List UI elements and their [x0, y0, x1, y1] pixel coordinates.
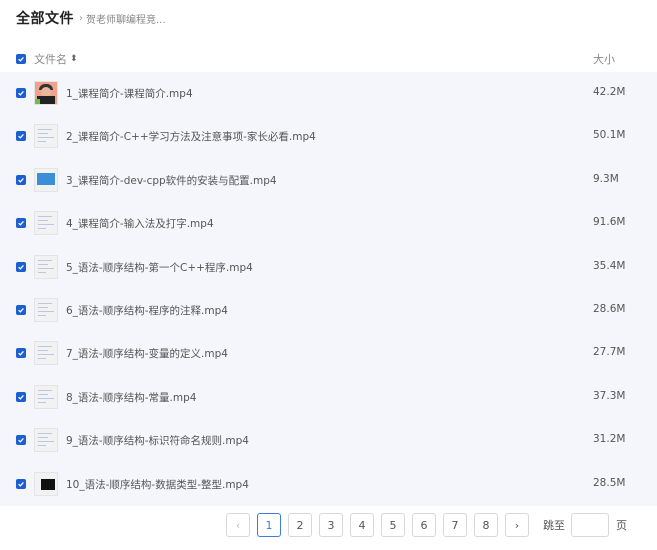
file-name[interactable]: 7_语法-顺序结构-变量的定义.mp4 — [66, 346, 228, 361]
row-checkbox[interactable] — [16, 174, 26, 185]
file-thumbnail[interactable] — [34, 211, 58, 236]
file-thumbnail[interactable] — [34, 384, 58, 409]
prev-page-button[interactable]: ‹ — [226, 513, 250, 537]
table-row[interactable]: 1_课程简介-课程简介.mp4 42.2M — [0, 72, 657, 116]
sort-icon[interactable]: ⬍ — [70, 54, 78, 64]
file-thumbnail[interactable] — [34, 341, 58, 366]
file-name[interactable]: 1_课程简介-课程简介.mp4 — [66, 86, 193, 101]
column-header-name[interactable]: 文件名 ⬍ — [34, 51, 78, 67]
file-size: 91.6M — [593, 216, 626, 229]
table-row[interactable]: 8_语法-顺序结构-常量.mp4 37.3M — [0, 375, 657, 420]
page-unit-label: 页 — [616, 519, 627, 532]
check-icon — [18, 481, 24, 487]
row-checkbox[interactable] — [16, 348, 26, 359]
file-name[interactable]: 5_语法-顺序结构-第一个C++程序.mp4 — [66, 260, 253, 275]
file-name[interactable]: 8_语法-顺序结构-常量.mp4 — [66, 390, 196, 405]
file-name[interactable]: 2_课程简介-C++学习方法及注意事项-家长必看.mp4 — [66, 129, 316, 144]
check-icon — [18, 438, 24, 443]
select-all-checkbox[interactable] — [16, 54, 26, 64]
table-row[interactable]: 4_课程简介-输入法及打字.mp4 91.6M — [0, 202, 657, 246]
table-row[interactable]: 3_课程简介-dev-cpp软件的安装与配置.mp4 9.3M — [0, 158, 657, 203]
check-icon — [18, 351, 24, 357]
page-number-button[interactable]: 5 — [381, 513, 405, 537]
file-size: 35.4M — [593, 259, 626, 272]
check-icon — [18, 177, 24, 183]
file-thumbnail[interactable] — [34, 254, 58, 279]
page-number-list: 12345678 — [257, 513, 505, 537]
row-checkbox[interactable] — [16, 131, 26, 142]
check-icon — [18, 56, 24, 62]
file-name[interactable]: 4_课程简介-输入法及打字.mp4 — [66, 216, 214, 231]
table-row[interactable]: 5_语法-顺序结构-第一个C++程序.mp4 35.4M — [0, 245, 657, 289]
page-number-button[interactable]: 8 — [474, 513, 498, 537]
table-row[interactable]: 2_课程简介-C++学习方法及注意事项-家长必看.mp4 50.1M — [0, 115, 657, 159]
table-header: 文件名 ⬍ 大小 — [0, 46, 657, 72]
row-checkbox[interactable] — [16, 304, 26, 315]
check-icon — [18, 90, 24, 96]
table-row[interactable]: 7_语法-顺序结构-变量的定义.mp4 27.7M — [0, 332, 657, 376]
file-name[interactable]: 6_语法-顺序结构-程序的注释.mp4 — [66, 303, 228, 318]
check-icon — [18, 394, 24, 400]
file-thumbnail[interactable] — [34, 124, 58, 149]
file-name[interactable]: 9_语法-顺序结构-标识符命名规则.mp4 — [66, 433, 249, 448]
file-thumbnail[interactable] — [34, 471, 58, 496]
file-size: 9.3M — [593, 172, 619, 185]
page-number-button[interactable]: 3 — [319, 513, 343, 537]
page-number-button[interactable]: 4 — [350, 513, 374, 537]
row-checkbox[interactable] — [16, 88, 26, 98]
file-size: 42.2M — [593, 86, 626, 98]
row-checkbox[interactable] — [16, 261, 26, 272]
check-icon — [18, 264, 24, 270]
table-row[interactable]: 9_语法-顺序结构-标识符命名规则.mp4 31.2M — [0, 419, 657, 463]
file-size: 27.7M — [593, 346, 626, 359]
file-name[interactable]: 10_语法-顺序结构-数据类型-整型.mp4 — [66, 477, 249, 492]
file-thumbnail[interactable] — [34, 297, 58, 322]
file-thumbnail[interactable] — [34, 81, 58, 105]
video-thumbnail-image — [41, 478, 55, 490]
next-page-button[interactable]: › — [505, 513, 529, 537]
jump-to-label: 跳至 — [543, 519, 565, 532]
row-checkbox[interactable] — [16, 478, 26, 489]
breadcrumb-folder[interactable]: 贺老师聊编程竞... — [86, 11, 166, 26]
column-header-name-label: 文件名 — [34, 53, 67, 66]
page-number-button[interactable]: 1 — [257, 513, 281, 537]
check-icon — [18, 307, 24, 313]
file-size: 28.6M — [593, 302, 626, 315]
row-checkbox[interactable] — [16, 435, 26, 446]
file-size: 37.3M — [593, 389, 626, 402]
breadcrumb: 全部文件 › 贺老师聊编程竞... — [16, 9, 166, 27]
pagination: ‹ 12345678 › 跳至 页 — [226, 513, 627, 537]
breadcrumb-separator-icon: › — [79, 12, 83, 24]
column-header-size: 大小 — [593, 53, 615, 66]
video-thumbnail-image — [35, 82, 57, 104]
file-size: 28.5M — [593, 476, 626, 489]
row-checkbox[interactable] — [16, 391, 26, 402]
page-title[interactable]: 全部文件 — [16, 8, 74, 28]
check-icon — [18, 134, 24, 140]
file-size: 50.1M — [593, 129, 626, 142]
video-thumbnail-image — [37, 172, 55, 185]
check-icon — [18, 221, 24, 226]
row-checkbox[interactable] — [16, 218, 26, 229]
page-number-button[interactable]: 6 — [412, 513, 436, 537]
table-row[interactable]: 10_语法-顺序结构-数据类型-整型.mp4 28.5M — [0, 462, 657, 506]
file-list: 1_课程简介-课程简介.mp4 42.2M 2_课程简介-C++学习方法及注意事项-… — [0, 72, 657, 506]
jump-to-page-input[interactable] — [571, 513, 609, 537]
page-number-button[interactable]: 2 — [288, 513, 312, 537]
file-size: 31.2M — [593, 433, 626, 446]
file-thumbnail[interactable] — [34, 428, 58, 453]
page-number-button[interactable]: 7 — [443, 513, 467, 537]
file-name[interactable]: 3_课程简介-dev-cpp软件的安装与配置.mp4 — [66, 173, 277, 188]
table-row[interactable]: 6_语法-顺序结构-程序的注释.mp4 28.6M — [0, 288, 657, 333]
file-thumbnail[interactable] — [34, 167, 58, 192]
